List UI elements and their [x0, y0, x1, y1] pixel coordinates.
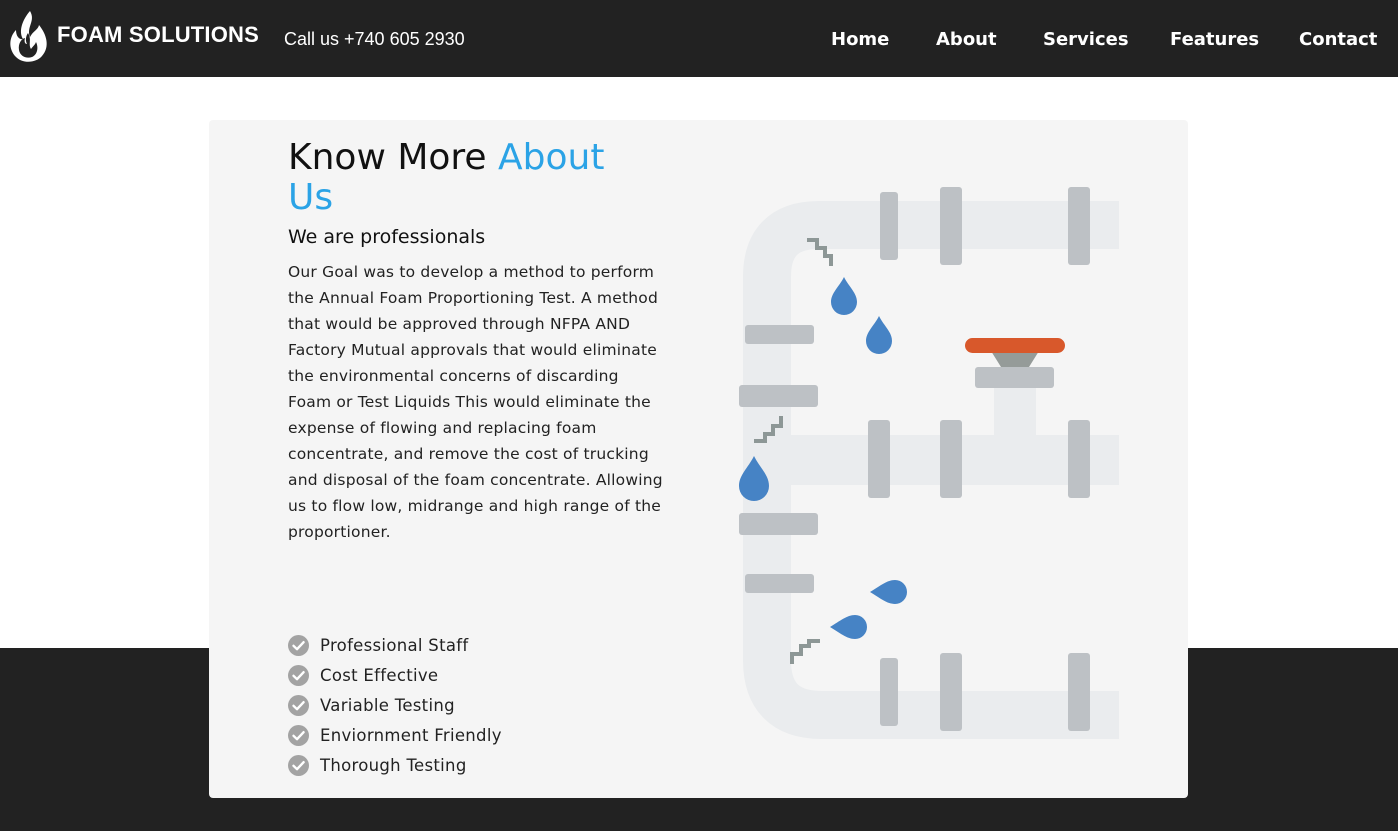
feature-item: Thorough Testing	[288, 750, 502, 780]
nav-features[interactable]: Features	[1170, 29, 1259, 50]
nav-home[interactable]: Home	[831, 29, 889, 50]
check-circle-icon	[288, 724, 309, 746]
nav-about[interactable]: About	[936, 29, 997, 50]
check-circle-icon	[288, 634, 309, 656]
feature-item: Enviornment Friendly	[288, 720, 502, 750]
top-navbar: FOAM SOLUTIONS Call us +740 605 2930 Hom…	[0, 0, 1398, 77]
about-card: Know More About Us We are professionals …	[209, 120, 1188, 798]
nav-contact[interactable]: Contact	[1299, 29, 1377, 50]
feature-item: Cost Effective	[288, 660, 502, 690]
feature-label: Cost Effective	[320, 665, 439, 685]
feature-item: Variable Testing	[288, 690, 502, 720]
flame-logo-icon[interactable]	[6, 9, 50, 65]
feature-item: Professional Staff	[288, 630, 502, 660]
check-circle-icon	[288, 664, 309, 686]
feature-label: Thorough Testing	[320, 755, 467, 775]
nav-services[interactable]: Services	[1043, 29, 1129, 50]
brand-name[interactable]: FOAM SOLUTIONS	[57, 22, 259, 48]
section-subtitle: We are professionals	[288, 226, 486, 248]
check-circle-icon	[288, 754, 309, 776]
feature-label: Professional Staff	[320, 635, 469, 655]
feature-label: Enviornment Friendly	[320, 725, 502, 745]
leaking-pipes-illustration	[739, 187, 1119, 739]
section-title: Know More About Us	[288, 138, 648, 218]
about-description: Our Goal was to develop a method to perf…	[288, 263, 663, 541]
feature-label: Variable Testing	[320, 695, 455, 715]
title-main: Know More	[288, 137, 499, 178]
feature-list: Professional Staff Cost Effective Variab…	[288, 630, 502, 780]
phone-number: Call us +740 605 2930	[284, 29, 465, 49]
check-circle-icon	[288, 694, 309, 716]
